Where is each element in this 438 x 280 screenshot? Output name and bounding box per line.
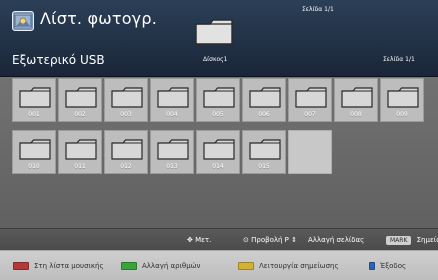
folder-tile[interactable]: 014 — [196, 130, 240, 174]
photo-list-screen: Λίστ. φωτογρ. Εξωτερικό USB Δίσκος1 Σελί… — [0, 0, 438, 280]
folder-icon — [249, 139, 281, 160]
folder-number: 008 — [350, 111, 362, 118]
yellow-action-label: Λειτουργία σημείωσης — [259, 262, 339, 270]
folder-icon — [157, 87, 189, 108]
folder-grid: 001 002 003 004 005 006 007 008 009 010 … — [12, 78, 438, 198]
disk-label: Δίσκος1 — [203, 56, 228, 63]
info-bar: ✥ Μετ. ⊙ Προβολή P ⇕ Αλλαγή σελίδας MARK… — [0, 228, 438, 251]
folder-icon — [195, 19, 233, 45]
folder-tile[interactable]: 011 — [58, 130, 102, 174]
page-title: Λίστ. φωτογρ. — [40, 9, 157, 28]
green-key-icon — [121, 262, 137, 270]
blue-action-button[interactable]: Έξοδος — [369, 259, 406, 273]
folder-icon — [249, 87, 281, 108]
folder-number: 005 — [212, 111, 224, 118]
folder-icon — [19, 139, 51, 160]
red-key-icon — [13, 262, 29, 270]
yellow-key-icon — [238, 262, 254, 270]
folder-tile[interactable]: 002 — [58, 78, 102, 122]
folder-tile[interactable]: 009 — [380, 78, 424, 122]
folder-number: 007 — [304, 111, 316, 118]
folder-icon — [111, 139, 143, 160]
folder-number: 006 — [258, 111, 270, 118]
folder-icon — [111, 87, 143, 108]
folder-number: 002 — [74, 111, 86, 118]
move-arrows-icon: ✥ — [187, 236, 193, 244]
info-page-label: Αλλαγή σελίδας — [308, 236, 365, 244]
folder-tile[interactable]: 008 — [334, 78, 378, 122]
folder-icon — [203, 87, 235, 108]
info-move-label: Μετ. — [195, 236, 212, 244]
folder-icon — [157, 139, 189, 160]
red-action-label: Στη λίστα μουσικής — [34, 262, 104, 270]
page-indicator-top: Σελίδα 1/1 — [302, 6, 334, 13]
folder-number: 010 — [28, 163, 40, 170]
blue-key-icon — [369, 262, 375, 270]
folder-tile[interactable]: 007 — [288, 78, 332, 122]
folder-number: 011 — [74, 163, 86, 170]
folder-icon — [295, 87, 327, 108]
folder-number: 014 — [212, 163, 224, 170]
disk-folder[interactable] — [194, 14, 234, 46]
folder-tile[interactable]: 003 — [104, 78, 148, 122]
folder-tile[interactable]: 006 — [242, 78, 286, 122]
folder-icon — [65, 139, 97, 160]
page-button-icon: P ⇕ — [284, 236, 297, 244]
folder-icon — [65, 87, 97, 108]
folder-number: 015 — [258, 163, 270, 170]
info-page: Αλλαγή σελίδας — [308, 236, 364, 244]
info-mark-label: Σημείωσ — [416, 236, 438, 244]
source-label: Εξωτερικό USB — [12, 53, 105, 67]
folder-tile[interactable]: 005 — [196, 78, 240, 122]
folder-number: 009 — [396, 111, 408, 118]
ok-icon: ⊙ — [243, 236, 249, 244]
red-action-button[interactable]: Στη λίστα μουσικής — [13, 259, 104, 273]
page-indicator-right: Σελίδα 1/1 — [383, 56, 415, 63]
yellow-action-button[interactable]: Λειτουργία σημείωσης — [238, 259, 339, 273]
empty-tile — [288, 130, 332, 174]
info-mark: MARK Σημείωσ — [386, 236, 438, 245]
folder-icon — [203, 139, 235, 160]
green-action-button[interactable]: Αλλαγή αριθμών — [121, 259, 200, 273]
folder-number: 004 — [166, 111, 178, 118]
info-view: ⊙ Προβολή P ⇕ — [243, 236, 297, 244]
folder-number: 001 — [28, 111, 40, 118]
info-move: ✥ Μετ. — [187, 236, 211, 244]
header-bar: Λίστ. φωτογρ. Εξωτερικό USB Δίσκος1 Σελί… — [0, 0, 438, 77]
folder-number: 013 — [166, 163, 178, 170]
folder-icon — [387, 87, 419, 108]
mark-key-badge: MARK — [386, 236, 412, 245]
folder-number: 003 — [120, 111, 132, 118]
folder-tile[interactable]: 013 — [150, 130, 194, 174]
info-view-label: Προβολή — [251, 236, 283, 244]
folder-tile[interactable]: 015 — [242, 130, 286, 174]
folder-tile[interactable]: 004 — [150, 78, 194, 122]
folder-icon — [341, 87, 373, 108]
folder-tile[interactable]: 012 — [104, 130, 148, 174]
photo-list-app-icon — [12, 11, 34, 31]
folder-number: 012 — [120, 163, 132, 170]
folder-tile[interactable]: 010 — [12, 130, 56, 174]
bottom-action-bar: Στη λίστα μουσικής Αλλαγή αριθμών Λειτου… — [0, 250, 438, 280]
folder-tile[interactable]: 001 — [12, 78, 56, 122]
green-action-label: Αλλαγή αριθμών — [142, 262, 201, 270]
blue-action-label: Έξοδος — [380, 262, 407, 270]
folder-icon — [19, 87, 51, 108]
